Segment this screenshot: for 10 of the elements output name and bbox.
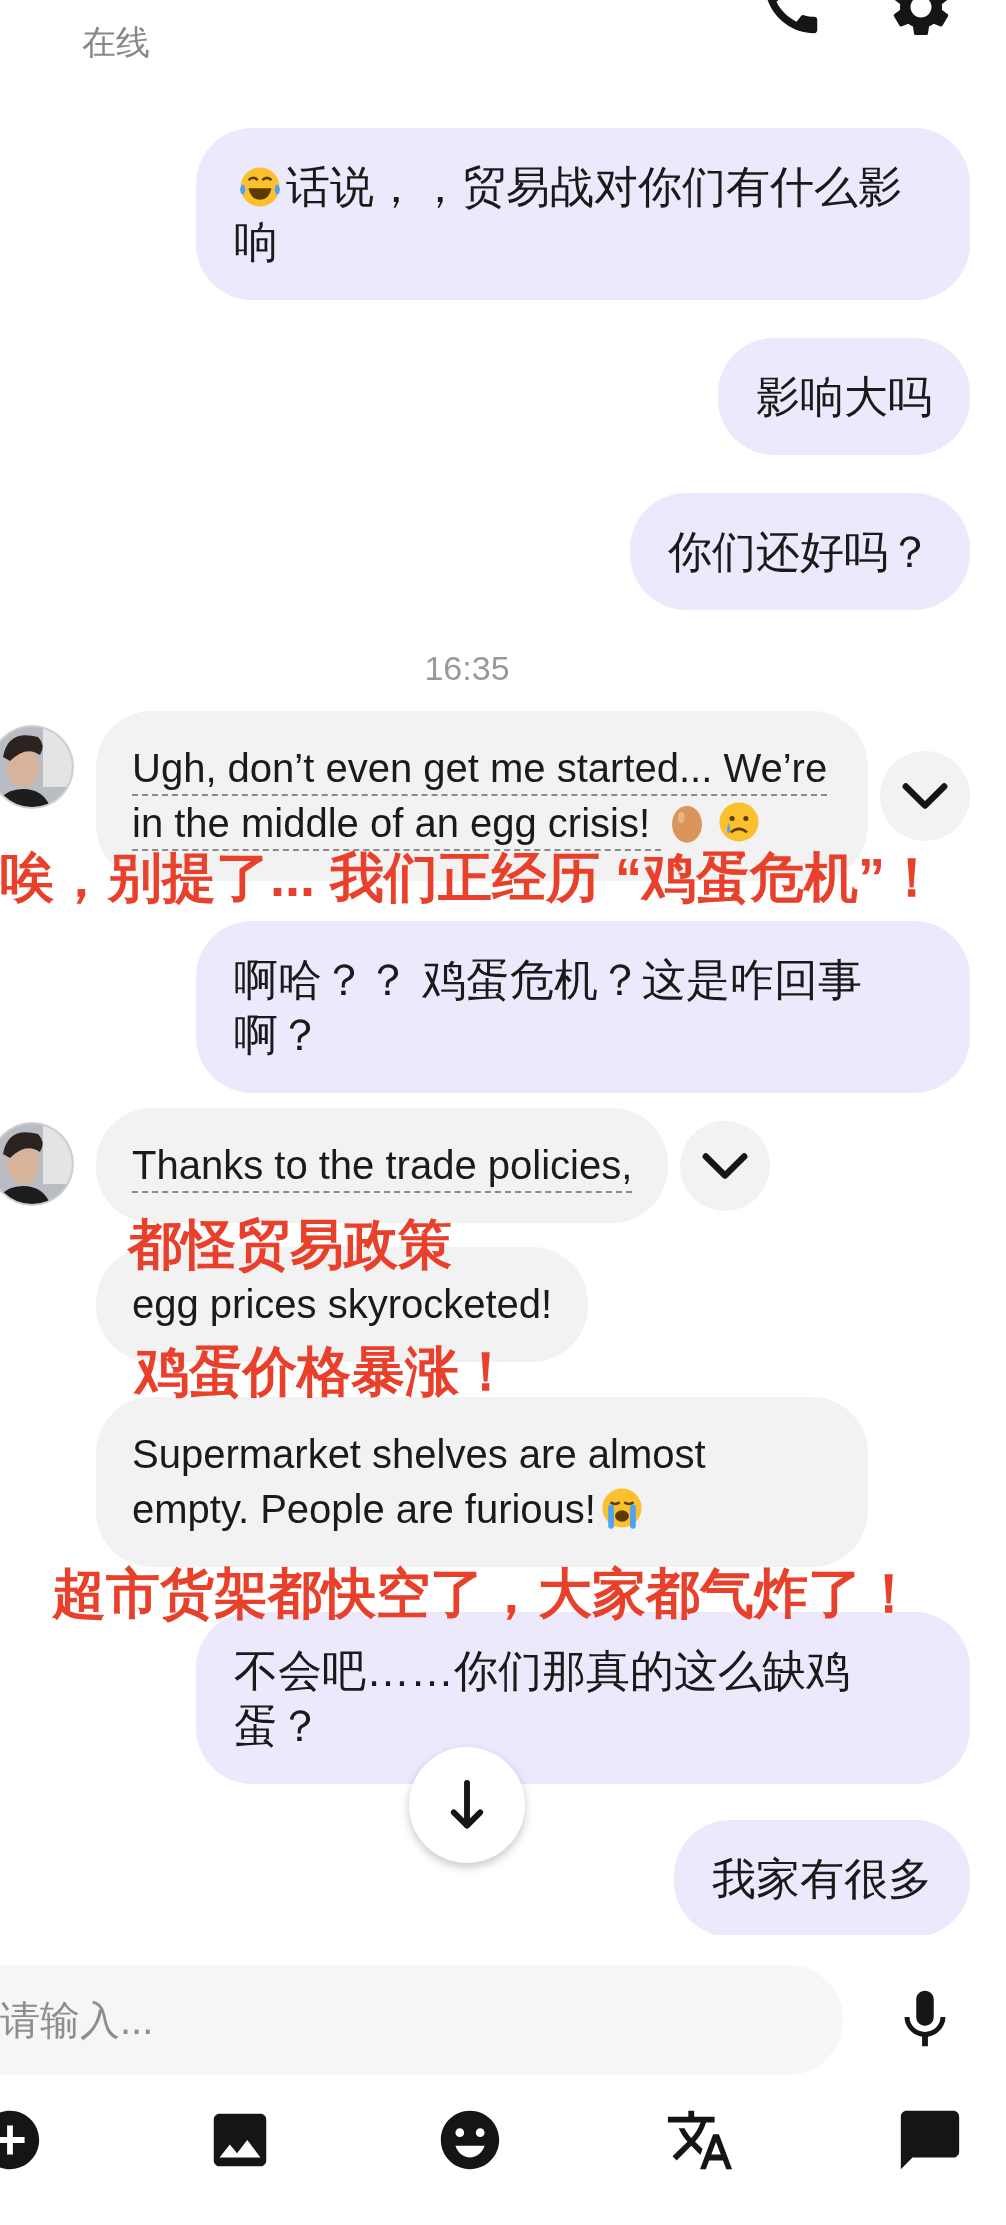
sent-message: 话说，，贸易战对你们有什么影响 (196, 128, 970, 300)
sent-message: 影响大吗 (718, 338, 970, 455)
scroll-down-button[interactable] (409, 1747, 525, 1863)
sent-message: 啊哈？？ 鸡蛋危机？这是咋回事啊？ (196, 921, 970, 1093)
timestamp: 16:35 (424, 648, 510, 688)
online-status: 在线 (82, 22, 150, 63)
sent-message: 你们还好吗？ (630, 493, 970, 610)
translation-note: 唉，别提了... 我们正经历 “鸡蛋危机”！ (0, 846, 939, 908)
message-input[interactable]: 请输入... (0, 1965, 843, 2075)
sent-message: 我家有很多 (674, 1820, 970, 1935)
